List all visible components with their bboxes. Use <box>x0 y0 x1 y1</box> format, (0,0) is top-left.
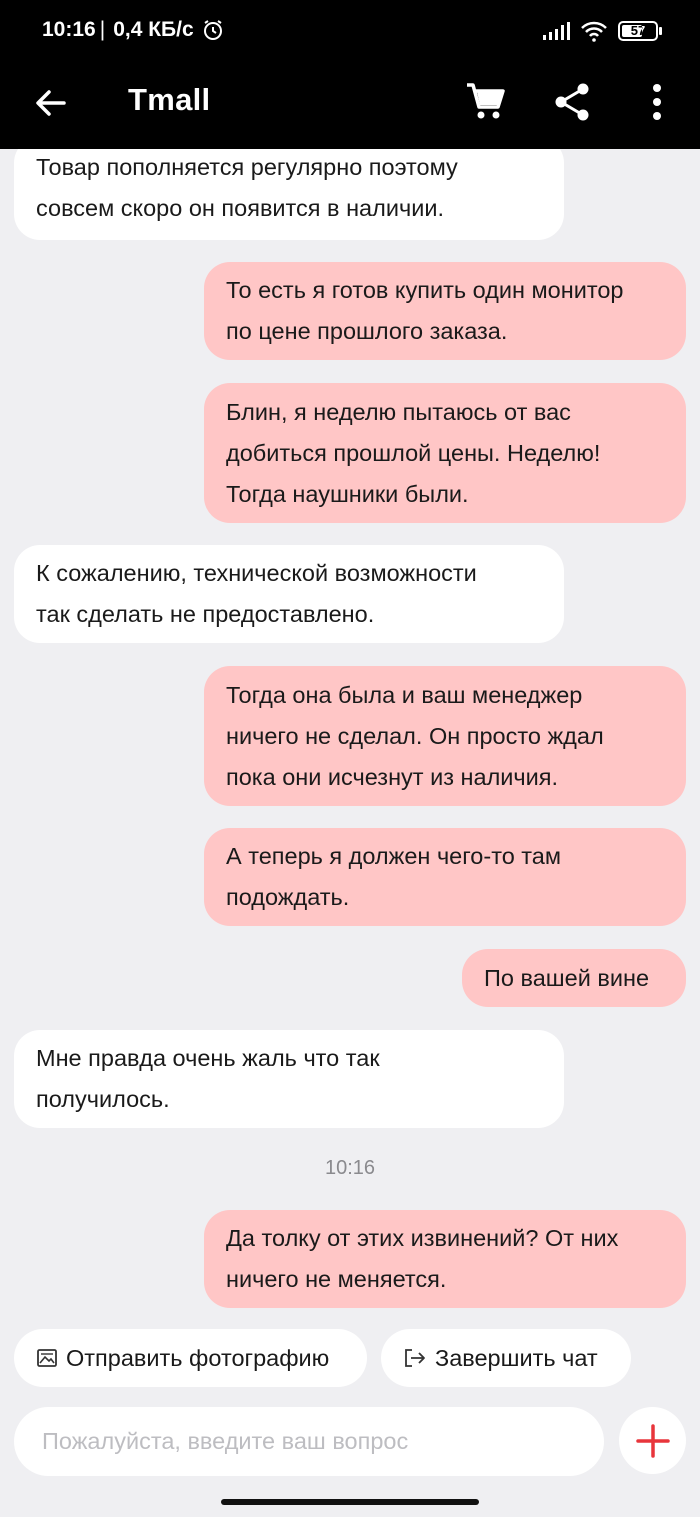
wifi-icon <box>580 20 608 42</box>
app-bar: Tmall <box>0 60 700 149</box>
message-incoming: Товар пополняется регулярно поэтому совс… <box>14 149 564 240</box>
send-photo-label: Отправить фотографию <box>66 1344 330 1371</box>
message-outgoing: Да толку от этих извинений? От них ничег… <box>204 1210 686 1308</box>
message-outgoing: То есть я готов купить один монитор по ц… <box>204 262 686 360</box>
message-incoming: Мне правда очень жаль что так получилось… <box>14 1030 564 1128</box>
message-incoming: К сожалению, технической возможности так… <box>14 545 564 643</box>
more-vertical-icon <box>653 84 661 120</box>
status-right: 57 <box>542 20 662 42</box>
network-speed: 0,4 КБ/с <box>113 18 194 41</box>
exit-icon <box>405 1349 425 1367</box>
quick-actions: Отправить фотографию Завершить чат <box>0 1329 700 1387</box>
message-outgoing: Тогда она была и ваш менеджер ничего не … <box>204 666 686 806</box>
cart-button[interactable] <box>464 80 508 124</box>
alarm-icon <box>202 19 224 41</box>
arrow-left-icon <box>36 90 66 116</box>
more-options-button[interactable] <box>640 80 674 124</box>
end-chat-button[interactable]: Завершить чат <box>381 1329 631 1387</box>
time-separator: 10:16 <box>324 1157 376 1179</box>
battery-icon: 57 <box>618 21 662 41</box>
share-button[interactable] <box>550 80 594 124</box>
input-bar <box>0 1405 700 1480</box>
home-indicator[interactable] <box>221 1499 479 1505</box>
share-icon <box>555 83 589 121</box>
message-outgoing: Блин, я неделю пытаюсь от вас добиться п… <box>204 383 686 523</box>
status-bar: 10:16 | 0,4 КБ/с 57 <box>0 0 700 60</box>
cart-icon <box>467 83 505 119</box>
signal-icon <box>542 21 570 41</box>
page-title: Tmall <box>128 82 211 117</box>
question-input[interactable] <box>14 1407 604 1476</box>
image-icon <box>37 1349 57 1367</box>
plus-icon <box>635 1423 670 1458</box>
back-button[interactable] <box>30 82 72 124</box>
message-outgoing: По вашей вине <box>462 949 686 1007</box>
message-outgoing: А теперь я должен чего-то там подождать. <box>204 828 686 926</box>
battery-level: 57 <box>630 23 646 38</box>
status-time: 10:16 <box>42 18 96 41</box>
chat-area[interactable]: Товар пополняется регулярно поэтому совс… <box>0 149 700 1320</box>
status-separator: | <box>99 18 106 41</box>
status-left: 10:16 | 0,4 КБ/с <box>42 18 224 42</box>
end-chat-label: Завершить чат <box>435 1344 598 1371</box>
send-photo-button[interactable]: Отправить фотографию <box>14 1329 367 1387</box>
add-button[interactable] <box>619 1407 686 1474</box>
